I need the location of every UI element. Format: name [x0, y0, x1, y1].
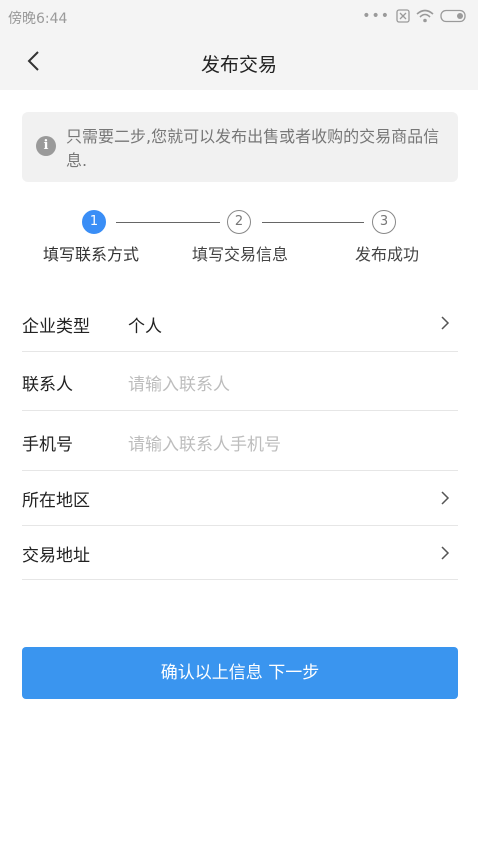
nav-bar: 发布交易 [0, 34, 478, 90]
phone-input[interactable]: 请输入联系人手机号 [128, 430, 281, 455]
company-type-value: 个人 [128, 317, 162, 337]
step-indicator: 1 2 3 填写联系方式 填写交易信息 发布成功 [0, 210, 478, 270]
page-title: 发布交易 [200, 54, 277, 76]
step-2-circle: 2 [227, 210, 251, 234]
step-line-1 [116, 222, 220, 223]
chevron-right-icon [441, 546, 450, 560]
address-row[interactable]: 交易地址 [22, 526, 458, 580]
step-3-label: 发布成功 [355, 245, 420, 264]
phone-label: 手机号 [22, 435, 73, 455]
more-dots-icon: ••• [362, 8, 390, 24]
address-label: 交易地址 [22, 546, 90, 566]
info-icon: i [36, 136, 56, 156]
region-label: 所在地区 [22, 491, 90, 511]
notice-box: i 只需要二步,您就可以发布出售或者收购的交易商品信息. [22, 112, 458, 182]
contact-form: 企业类型 个人 联系人 请输入联系人 手机号 请输入联系人手机号 所在地区 交易… [22, 294, 458, 580]
step-1-circle: 1 [82, 210, 106, 234]
notice-text: 只需要二步,您就可以发布出售或者收购的交易商品信息. [66, 127, 440, 170]
chevron-right-icon [441, 316, 450, 330]
status-bar: 傍晚6:44 ••• [0, 0, 478, 34]
chevron-right-icon [441, 491, 450, 505]
step-3-circle: 3 [372, 210, 396, 234]
company-type-label: 企业类型 [22, 317, 90, 337]
contact-input[interactable]: 请输入联系人 [128, 370, 230, 395]
contact-row[interactable]: 联系人 请输入联系人 [22, 352, 458, 411]
status-time: 傍晚6:44 [8, 11, 68, 27]
step-1-label: 填写联系方式 [43, 245, 140, 264]
phone-row[interactable]: 手机号 请输入联系人手机号 [22, 411, 458, 471]
status-icons: ••• [362, 6, 468, 26]
company-type-row[interactable]: 企业类型 个人 [22, 294, 458, 352]
contact-label: 联系人 [22, 375, 73, 395]
confirm-next-button[interactable]: 确认以上信息 下一步 [22, 647, 458, 699]
battery-icon [440, 9, 466, 23]
step-2-label: 填写交易信息 [192, 245, 289, 264]
sim-off-icon [396, 9, 410, 23]
wifi-icon [416, 9, 434, 23]
region-row[interactable]: 所在地区 [22, 471, 458, 526]
step-line-2 [262, 222, 364, 223]
